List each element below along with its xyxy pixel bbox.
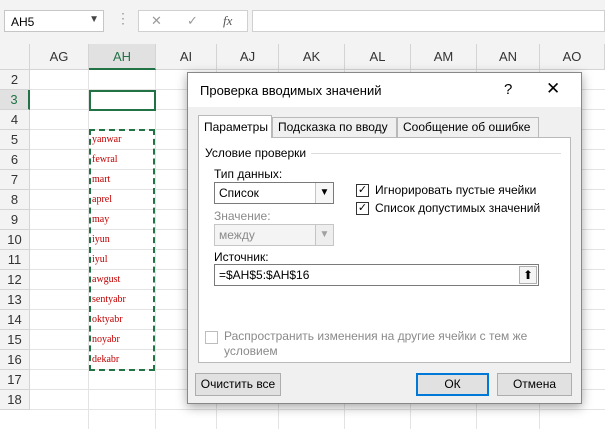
function-icon[interactable]: fx <box>223 13 232 29</box>
apply-all-label-line2: условием <box>224 344 278 358</box>
tab-input-message[interactable]: Подсказка по вводу <box>272 117 397 137</box>
row-header-10[interactable]: 10 <box>0 230 30 250</box>
value-select-value: между <box>219 228 255 242</box>
row-header-6[interactable]: 6 <box>0 150 30 170</box>
tab-error-alert[interactable]: Сообщение об ошибке <box>397 117 539 137</box>
range-select-icon[interactable]: ⬆ <box>519 266 537 284</box>
row-header-13[interactable]: 13 <box>0 290 30 310</box>
data-validation-dialog: Проверка вводимых значений ? ✕ Параметры… <box>187 72 582 404</box>
row-header-2[interactable]: 2 <box>0 70 30 90</box>
enter-icon[interactable]: ✓ <box>187 13 198 29</box>
column-header-ag[interactable]: AG <box>30 44 89 70</box>
cancel-button[interactable]: Отмена <box>497 373 572 396</box>
row-header-5[interactable]: 5 <box>0 130 30 150</box>
row-header-7[interactable]: 7 <box>0 170 30 190</box>
close-icon[interactable]: ✕ <box>546 79 560 99</box>
column-header-ah[interactable]: AH <box>89 44 156 70</box>
row-header-3[interactable]: 3 <box>0 90 30 110</box>
data-type-select[interactable]: Список ▼ <box>214 182 334 204</box>
row-header-14[interactable]: 14 <box>0 310 30 330</box>
column-header-am[interactable]: AM <box>411 44 477 70</box>
value-select: между ▼ <box>214 224 334 246</box>
name-box[interactable]: AH5 ▼ <box>4 10 104 32</box>
active-cell-outline <box>89 90 156 111</box>
formula-buttons: ✕ ✓ fx <box>138 10 248 32</box>
column-header-an[interactable]: AN <box>477 44 540 70</box>
row-header-18[interactable]: 18 <box>0 390 30 410</box>
column-header-ao[interactable]: AO <box>540 44 605 70</box>
apply-all-checkbox <box>205 331 218 344</box>
data-type-value: Список <box>219 186 259 200</box>
tab-settings[interactable]: Параметры <box>198 115 272 138</box>
formula-input[interactable] <box>252 10 605 32</box>
dialog-title: Проверка вводимых значений <box>200 83 382 98</box>
check-icon: ✓ <box>357 184 368 196</box>
column-header-al[interactable]: AL <box>345 44 411 70</box>
clear-all-button[interactable]: Очистить все <box>195 373 281 396</box>
formula-bar-area: AH5 ▼ ⋮ ✕ ✓ fx <box>0 0 605 45</box>
column-header-ak[interactable]: AK <box>279 44 345 70</box>
check-icon: ✓ <box>357 202 368 214</box>
in-cell-dropdown-checkbox[interactable]: ✓ <box>356 202 369 215</box>
cancel-icon[interactable]: ✕ <box>151 13 162 29</box>
chevron-down-icon[interactable]: ▼ <box>315 183 333 203</box>
column-header-ai[interactable]: AI <box>156 44 217 70</box>
source-input[interactable]: =$AH$5:$AH$16 ⬆ <box>214 264 539 286</box>
row-header-12[interactable]: 12 <box>0 270 30 290</box>
row-header-8[interactable]: 8 <box>0 190 30 210</box>
apply-all-label-line1: Распространить изменения на другие ячейк… <box>224 329 528 343</box>
row-header-4[interactable]: 4 <box>0 110 30 130</box>
grid-hline <box>30 409 605 410</box>
data-type-label: Тип данных: <box>214 167 283 181</box>
dialog-titlebar: Проверка вводимых значений ? ✕ <box>188 73 581 107</box>
ignore-blank-label: Игнорировать пустые ячейки <box>375 183 537 197</box>
name-box-value: AH5 <box>11 15 35 29</box>
chevron-down-icon[interactable]: ▼ <box>89 14 99 25</box>
select-all-corner[interactable] <box>0 44 30 70</box>
ok-button[interactable]: ОК <box>416 373 489 396</box>
help-icon[interactable]: ? <box>504 81 512 98</box>
row-header-15[interactable]: 15 <box>0 330 30 350</box>
row-header-17[interactable]: 17 <box>0 370 30 390</box>
value-label: Значение: <box>214 209 271 223</box>
validation-criteria-label: Условие проверки <box>205 146 307 160</box>
row-header-11[interactable]: 11 <box>0 250 30 270</box>
source-label: Источник: <box>214 250 269 264</box>
row-header-9[interactable]: 9 <box>0 210 30 230</box>
settings-panel: Условие проверки Тип данных: Список ▼ ✓ … <box>198 137 571 363</box>
column-header-aj[interactable]: AJ <box>217 44 279 70</box>
row-header-16[interactable]: 16 <box>0 350 30 370</box>
ignore-blank-checkbox[interactable]: ✓ <box>356 184 369 197</box>
source-range-marquee <box>89 129 155 371</box>
in-cell-dropdown-label: Список допустимых значений <box>375 201 541 215</box>
more-icon[interactable]: ⋮ <box>116 10 130 27</box>
chevron-down-icon: ▼ <box>315 225 333 245</box>
group-divider <box>311 153 561 154</box>
source-input-value: =$AH$5:$AH$16 <box>219 268 310 282</box>
